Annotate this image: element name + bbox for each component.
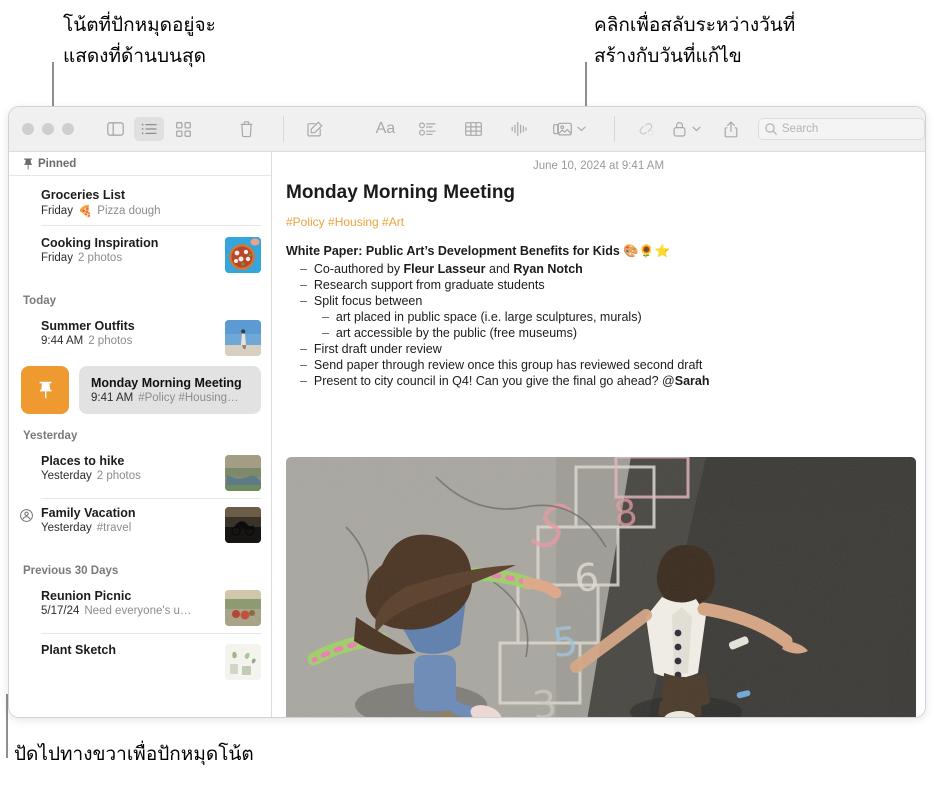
note-thumbnail (225, 455, 261, 491)
note-title: Plant Sketch (41, 643, 117, 657)
note-preview: #travel (96, 522, 132, 534)
list-item[interactable]: Groceries List Friday 🍕 Pizza dough (9, 176, 271, 226)
annotation-top-right: คลิกเพื่อสลับระหว่างวันที่ สร้างกับวันที… (594, 14, 796, 67)
note-tags[interactable]: #Policy #Housing #Art (286, 215, 925, 229)
note-date: Friday (41, 252, 73, 264)
list-item[interactable]: Family Vacation Yesterday #travel (9, 499, 271, 551)
note-bullet-nested: – art placed in public space (i.e. large… (322, 310, 642, 324)
note-list[interactable]: Pinned Groceries List Friday 🍕 Pizza dou… (9, 152, 272, 717)
shared-note-icon (20, 509, 33, 522)
note-date-toggle[interactable]: June 10, 2024 at 9:41 AM (272, 152, 925, 172)
collaborate-icon[interactable] (633, 117, 658, 141)
note-title: Places to hike (41, 454, 125, 468)
window-controls[interactable] (22, 123, 74, 135)
pin-icon (24, 158, 32, 169)
note-bullet: – Present to city council in Q4! Can you… (300, 374, 710, 388)
selected-note-row[interactable]: Monday Morning Meeting 9:41 AM #Policy #… (79, 366, 261, 414)
section-header-yesterday: Yesterday (23, 430, 78, 442)
search-icon (765, 123, 777, 135)
trash-icon[interactable] (234, 117, 259, 141)
pinned-label: Pinned (38, 157, 77, 170)
media-icon[interactable] (553, 117, 586, 141)
note-bullet-nested: – art accessible by the public (free mus… (322, 326, 577, 340)
table-icon[interactable] (461, 117, 486, 141)
note-thumbnail (225, 320, 261, 356)
notes-app-window: Aa Search Pinned Groceries List Friday 🍕… (8, 106, 926, 718)
chevron-down-icon (577, 126, 586, 132)
note-bullet: – Send paper through review once this gr… (300, 358, 703, 372)
note-title: Summer Outfits (41, 319, 135, 333)
note-thumbnail (225, 644, 261, 680)
note-thumbnail (225, 507, 261, 543)
list-item[interactable]: Places to hike Yesterday 2 photos (9, 447, 271, 499)
note-date: Yesterday (41, 522, 92, 534)
compose-icon[interactable] (302, 117, 327, 141)
gallery-view-icon[interactable] (168, 117, 198, 141)
search-placeholder: Search (781, 123, 819, 135)
window-body: Pinned Groceries List Friday 🍕 Pizza dou… (9, 152, 925, 717)
note-title: Reunion Picnic (41, 589, 132, 603)
audio-waveform-icon[interactable] (506, 117, 531, 141)
note-title: Family Vacation (41, 506, 136, 520)
note-bullet: – Co-authored by Fleur Lasseur and Ryan … (300, 262, 583, 276)
list-item[interactable]: Reunion Picnic 5/17/24 Need everyone's u… (9, 582, 271, 634)
note-title: Monday Morning Meeting (91, 376, 242, 390)
annotation-bottom-left: ปัดไปทางขวาเพื่อปักหมุดโน้ต (14, 743, 254, 765)
section-header-previous-30-days: Previous 30 Days (23, 565, 119, 577)
heading-text: White Paper: Public Art’s Development Be… (286, 244, 624, 258)
note-date: Friday (41, 205, 73, 217)
note-bullet: – Split focus between (300, 294, 423, 308)
note-body[interactable]: White Paper: Public Art’s Development Be… (286, 243, 925, 389)
list-item[interactable]: Summer Outfits 9:44 AM 2 photos (9, 312, 271, 364)
heading-emoji: 🎨🌻⭐ (623, 243, 671, 258)
list-item[interactable]: Plant Sketch (9, 634, 271, 688)
list-item[interactable]: Cooking Inspiration Friday 2 photos (9, 226, 271, 281)
share-icon[interactable] (719, 117, 744, 141)
note-date: 9:44 AM (41, 335, 84, 347)
note-preview: #Policy #Housing… (138, 392, 239, 404)
note-date: Yesterday (41, 470, 92, 482)
search-input[interactable]: Search (757, 118, 925, 140)
note-preview: 2 photos (96, 470, 141, 482)
note-title: Cooking Inspiration (41, 236, 159, 250)
toolbar: Aa Search (9, 107, 925, 152)
sidebar-toggle-icon[interactable] (100, 117, 130, 141)
pin-swipe-action-button[interactable] (21, 366, 69, 414)
note-preview: Pizza dough (97, 205, 161, 217)
minimize-button[interactable] (42, 123, 54, 135)
note-bullet: – First draft under review (300, 342, 442, 356)
note-date: 9:41 AM (91, 392, 134, 404)
pinned-section-header: Pinned (9, 152, 271, 176)
note-bullet: – Research support from graduate student… (300, 278, 545, 292)
close-button[interactable] (22, 123, 34, 135)
lock-icon[interactable] (673, 117, 701, 141)
note-body-heading: White Paper: Public Art’s Development Be… (286, 243, 925, 259)
note-preview: 2 photos (77, 252, 123, 264)
pin-icon (39, 381, 51, 399)
pizza-icon: 🍕 (77, 204, 93, 218)
note-photo[interactable]: 8 6 5 3 (286, 457, 916, 717)
note-detail-title[interactable]: Monday Morning Meeting (286, 182, 925, 204)
list-item-selected[interactable]: Monday Morning Meeting 9:41 AM #Policy #… (9, 364, 271, 416)
note-date: 5/17/24 (41, 605, 80, 617)
mention-sarah[interactable]: Sarah (675, 374, 710, 388)
checklist-icon[interactable] (415, 117, 440, 141)
section-header-today: Today (23, 295, 57, 307)
chevron-down-icon (691, 126, 701, 132)
note-title: Groceries List (41, 188, 126, 202)
note-preview: 2 photos (88, 335, 133, 347)
note-detail-pane: June 10, 2024 at 9:41 AM Monday Morning … (272, 152, 925, 717)
list-view-icon[interactable] (134, 117, 164, 141)
annotation-top-left: โน้ตที่ปักหมุดอยู่จะ แสดงที่ด้านบนสุด (63, 14, 216, 67)
format-label: Aa (375, 120, 396, 137)
format-text-icon[interactable]: Aa (376, 117, 396, 141)
note-thumbnail (225, 237, 261, 273)
note-preview: Need everyone's u… (84, 605, 192, 617)
note-thumbnail (225, 590, 261, 626)
maximize-button[interactable] (62, 123, 74, 135)
